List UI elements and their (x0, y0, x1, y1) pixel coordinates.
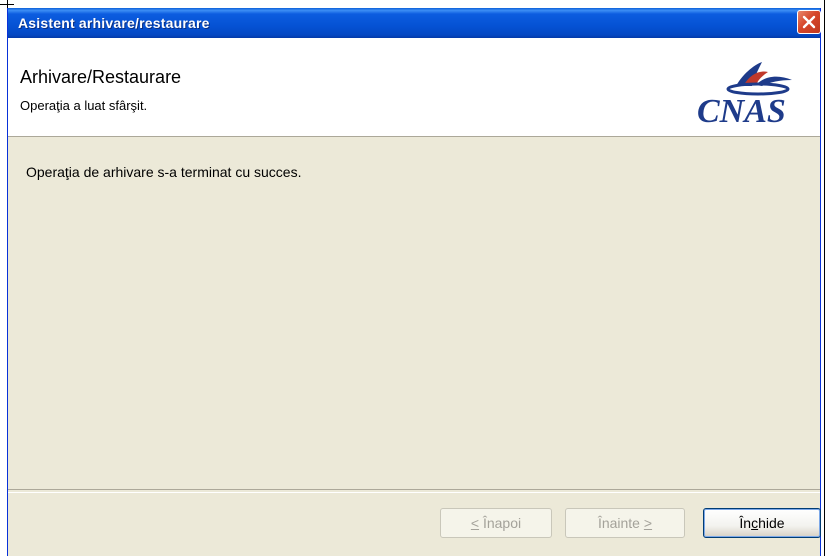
edge-line (824, 0, 825, 556)
status-message: Operaţia de arhivare s-a terminat cu suc… (26, 164, 302, 180)
close-label-start: În (739, 515, 752, 531)
footer-divider (8, 489, 820, 493)
window-title: Asistent arhivare/restaurare (18, 15, 210, 31)
page-title: Arhivare/Restaurare (20, 67, 182, 87)
header-panel: Arhivare/Restaurare Operaţia a luat sfâr… (8, 38, 820, 137)
close-button[interactable]: În c hide (703, 508, 821, 538)
logo-text: CNAS (697, 93, 786, 128)
title-bar: Asistent arhivare/restaurare (8, 8, 821, 38)
next-button[interactable]: Înainte > (565, 508, 685, 538)
back-button[interactable]: < Înapoi (440, 508, 552, 538)
window-close-button[interactable] (797, 10, 821, 34)
back-accel: < (470, 515, 480, 531)
close-icon (802, 15, 816, 29)
page-subtitle: Operaţia a luat sfârşit. (20, 98, 148, 113)
back-label: Înapoi (482, 515, 522, 531)
close-accel: c (751, 515, 759, 531)
wizard-dialog: Asistent arhivare/restaurare Arhivare/Re… (7, 8, 821, 556)
next-label: Înainte (597, 515, 640, 531)
cnas-logo: CNAS (697, 62, 792, 128)
next-accel: > (643, 515, 653, 531)
close-label-end: hide (758, 515, 785, 531)
